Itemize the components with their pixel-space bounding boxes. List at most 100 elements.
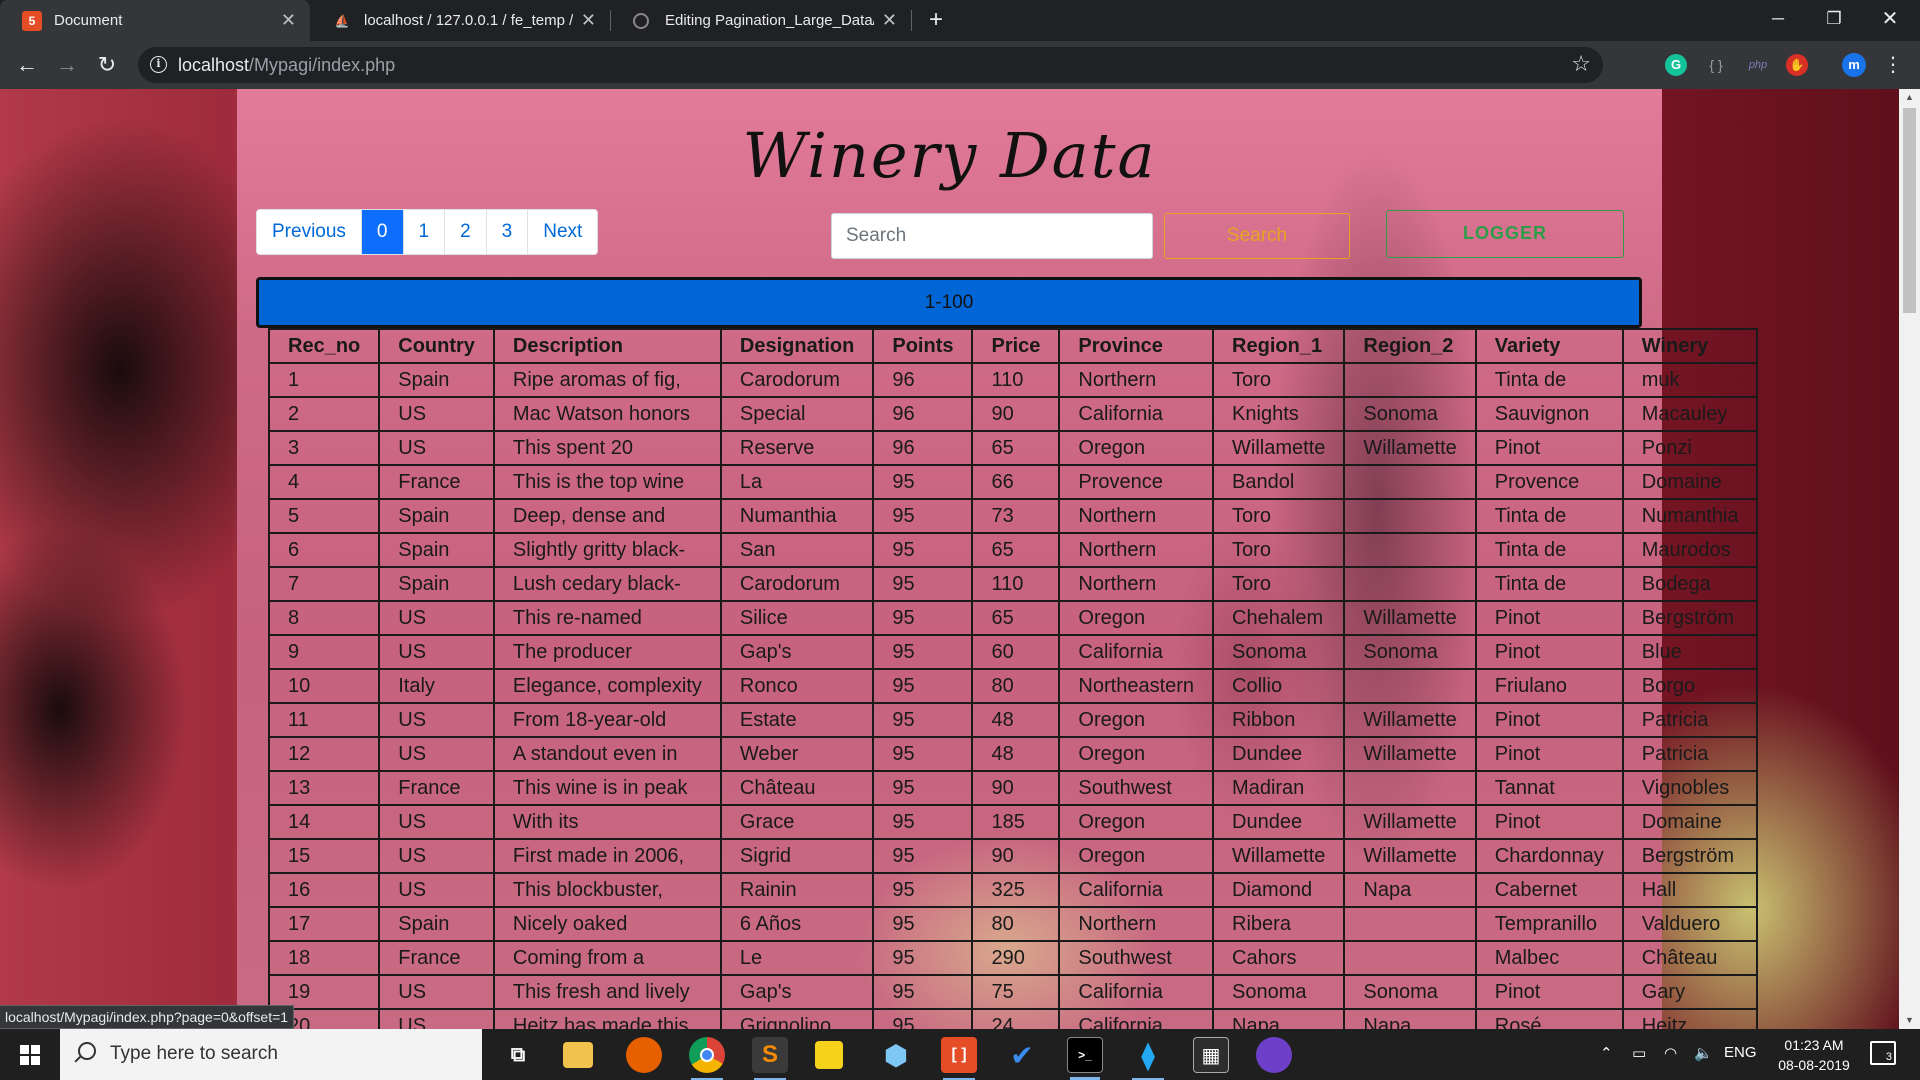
table-cell: Bergström (1621, 838, 1759, 874)
volume-icon[interactable]: 🔈 (1694, 1044, 1713, 1062)
table-cell: US (378, 804, 495, 840)
search-input[interactable] (831, 213, 1153, 259)
tab-document[interactable]: 5 Document ✕ (0, 0, 310, 41)
sticky-notes-icon[interactable] (815, 1041, 843, 1069)
table-cell: 95 (872, 872, 974, 908)
table-cell: Carodorum (719, 362, 875, 398)
table-cell: San (719, 532, 875, 568)
table-cell: Gap's (719, 634, 875, 670)
minimize-button[interactable]: ─ (1750, 0, 1806, 41)
back-arrow-icon[interactable]: ← (12, 50, 42, 80)
scroll-down-arrow-icon[interactable]: ▼ (1899, 1012, 1920, 1029)
table-cell: A standout even in (492, 736, 722, 772)
tab-github-editing[interactable]: Editing Pagination_Large_Data/R ✕ (611, 0, 911, 41)
github-desktop-icon[interactable] (1256, 1037, 1292, 1073)
battery-icon[interactable]: ▭ (1632, 1044, 1646, 1062)
table-cell: US (378, 872, 495, 908)
adblock-icon[interactable]: ✋ (1786, 54, 1808, 76)
wifi-icon[interactable]: ◠ (1664, 1044, 1677, 1062)
table-row: 8 US This re-named Silice 95 65 Oregon Chehalem… (267, 600, 1759, 636)
calculator-icon[interactable]: ▦ (1193, 1037, 1229, 1073)
search-button[interactable]: Search (1164, 213, 1350, 259)
table-cell: California (1058, 1008, 1215, 1029)
table-cell: 95 (872, 498, 974, 534)
taskbar-search-box[interactable]: Type here to search (60, 1029, 482, 1080)
url-host: localhost (178, 55, 250, 75)
close-window-button[interactable]: ✕ (1862, 0, 1918, 41)
task-view-icon[interactable]: ⧉ (500, 1037, 536, 1073)
firefox-icon[interactable] (626, 1037, 662, 1073)
table-row: 19 US This fresh and lively Gap's 95 75 Califo… (267, 974, 1759, 1010)
bookmark-star-icon[interactable]: ☆ (1571, 51, 1591, 77)
scroll-up-arrow-icon[interactable]: ▲ (1899, 89, 1920, 106)
table-cell: Provence (1058, 464, 1215, 500)
language-indicator[interactable]: ENG (1724, 1044, 1757, 1061)
json-viewer-icon[interactable]: { } (1705, 54, 1727, 76)
notifications-icon[interactable]: 3 (1870, 1041, 1896, 1065)
pagination-page-2[interactable]: 2 (445, 210, 487, 254)
close-tab-icon[interactable]: ✕ (581, 10, 596, 31)
pagination-previous[interactable]: Previous (257, 210, 362, 254)
menu-kebab-icon[interactable]: ⋮ (1878, 50, 1908, 80)
chrome-icon[interactable] (689, 1037, 725, 1080)
table-cell: Northern (1058, 566, 1215, 602)
todo-check-icon[interactable]: ✔ (1004, 1037, 1040, 1073)
new-tab-button[interactable]: + (922, 6, 950, 34)
address-bar[interactable]: i localhost/Mypagi/index.php ☆ (138, 47, 1603, 83)
table-cell: US (378, 1008, 495, 1029)
table-cell: Pinot (1474, 974, 1624, 1010)
table-cell: This wine is in peak (492, 770, 722, 806)
grammarly-icon[interactable]: G (1665, 54, 1687, 76)
logger-button[interactable]: LOGGER (1386, 210, 1624, 258)
table-cell: 110 (971, 362, 1061, 398)
link-status-bubble: localhost/Mypagi/index.php?page=0&offset… (0, 1005, 295, 1029)
page-scrollbar[interactable]: ▲ ▼ (1899, 89, 1920, 1029)
table-cell: La (719, 464, 875, 500)
table-cell: Friulano (1474, 668, 1624, 704)
3d-box-icon[interactable]: ⬢ (878, 1037, 914, 1073)
pagination-page-0[interactable]: 0 (361, 210, 404, 254)
page-title: Winery Data (742, 119, 1157, 192)
table-cell: Dundee (1212, 736, 1346, 772)
windows-logo-icon (20, 1044, 40, 1065)
red-book-extension-icon[interactable] (1625, 54, 1643, 74)
taskbar-clock[interactable]: 01:23 AM 08-08-2019 (1762, 1035, 1866, 1075)
table-row: 12 US A standout even in Weber 95 48 Oregon Dun… (267, 736, 1759, 772)
table-cell: Oregon (1058, 804, 1215, 840)
profile-avatar-icon[interactable]: m (1842, 53, 1866, 77)
php-icon[interactable]: php (1745, 54, 1771, 76)
pagination-page-3[interactable]: 3 (487, 210, 529, 254)
pagination-next[interactable]: Next (528, 210, 597, 254)
file-explorer-icon[interactable] (563, 1042, 593, 1068)
taskbar-search-placeholder: Type here to search (110, 1043, 278, 1064)
table-cell: Domaine (1621, 464, 1759, 500)
reload-icon[interactable]: ↻ (92, 50, 122, 80)
site-info-icon[interactable]: i (150, 56, 167, 73)
pagination-page-1[interactable]: 1 (404, 210, 446, 254)
start-button[interactable] (0, 1029, 60, 1080)
table-cell: Valduero (1621, 906, 1759, 942)
close-tab-icon[interactable]: ✕ (281, 10, 296, 31)
table-cell: Dundee (1212, 804, 1346, 840)
maximize-button[interactable]: ❐ (1806, 0, 1862, 41)
table-cell: Special (719, 396, 875, 432)
table-row: 16 US This blockbuster, Rainin 95 325 Californ… (267, 872, 1759, 908)
sublime-text-icon[interactable]: S (752, 1037, 788, 1080)
close-tab-icon[interactable]: ✕ (882, 10, 897, 31)
table-cell: This blockbuster, (492, 872, 722, 908)
column-header: Rec_no (267, 328, 381, 364)
table-cell: Collio (1212, 668, 1346, 704)
show-hidden-icons-chevron-icon[interactable]: ⌃ (1600, 1044, 1613, 1062)
table-row: 18 France Coming from a Le 95 290 Southwest Cah… (267, 940, 1759, 976)
forward-arrow-icon[interactable]: → (52, 50, 82, 80)
table-cell: Cahors (1212, 940, 1346, 976)
terminal-icon[interactable]: >_ (1067, 1037, 1103, 1080)
record-range-bar[interactable]: 1-100 (256, 277, 1642, 328)
vscode-icon[interactable]: ⧫ (1130, 1037, 1166, 1080)
table-cell: Numanthia (1621, 498, 1759, 534)
table-row: 15 US First made in 2006, Sigrid 95 90 Oregon W… (267, 838, 1759, 874)
scrollbar-thumb[interactable] (1903, 108, 1916, 313)
tab-phpmyadmin[interactable]: ⛵ localhost / 127.0.0.1 / fe_temp / t ✕ (310, 0, 610, 41)
table-cell: Oregon (1058, 736, 1215, 772)
brackets-icon[interactable]: [ ] (941, 1037, 977, 1080)
